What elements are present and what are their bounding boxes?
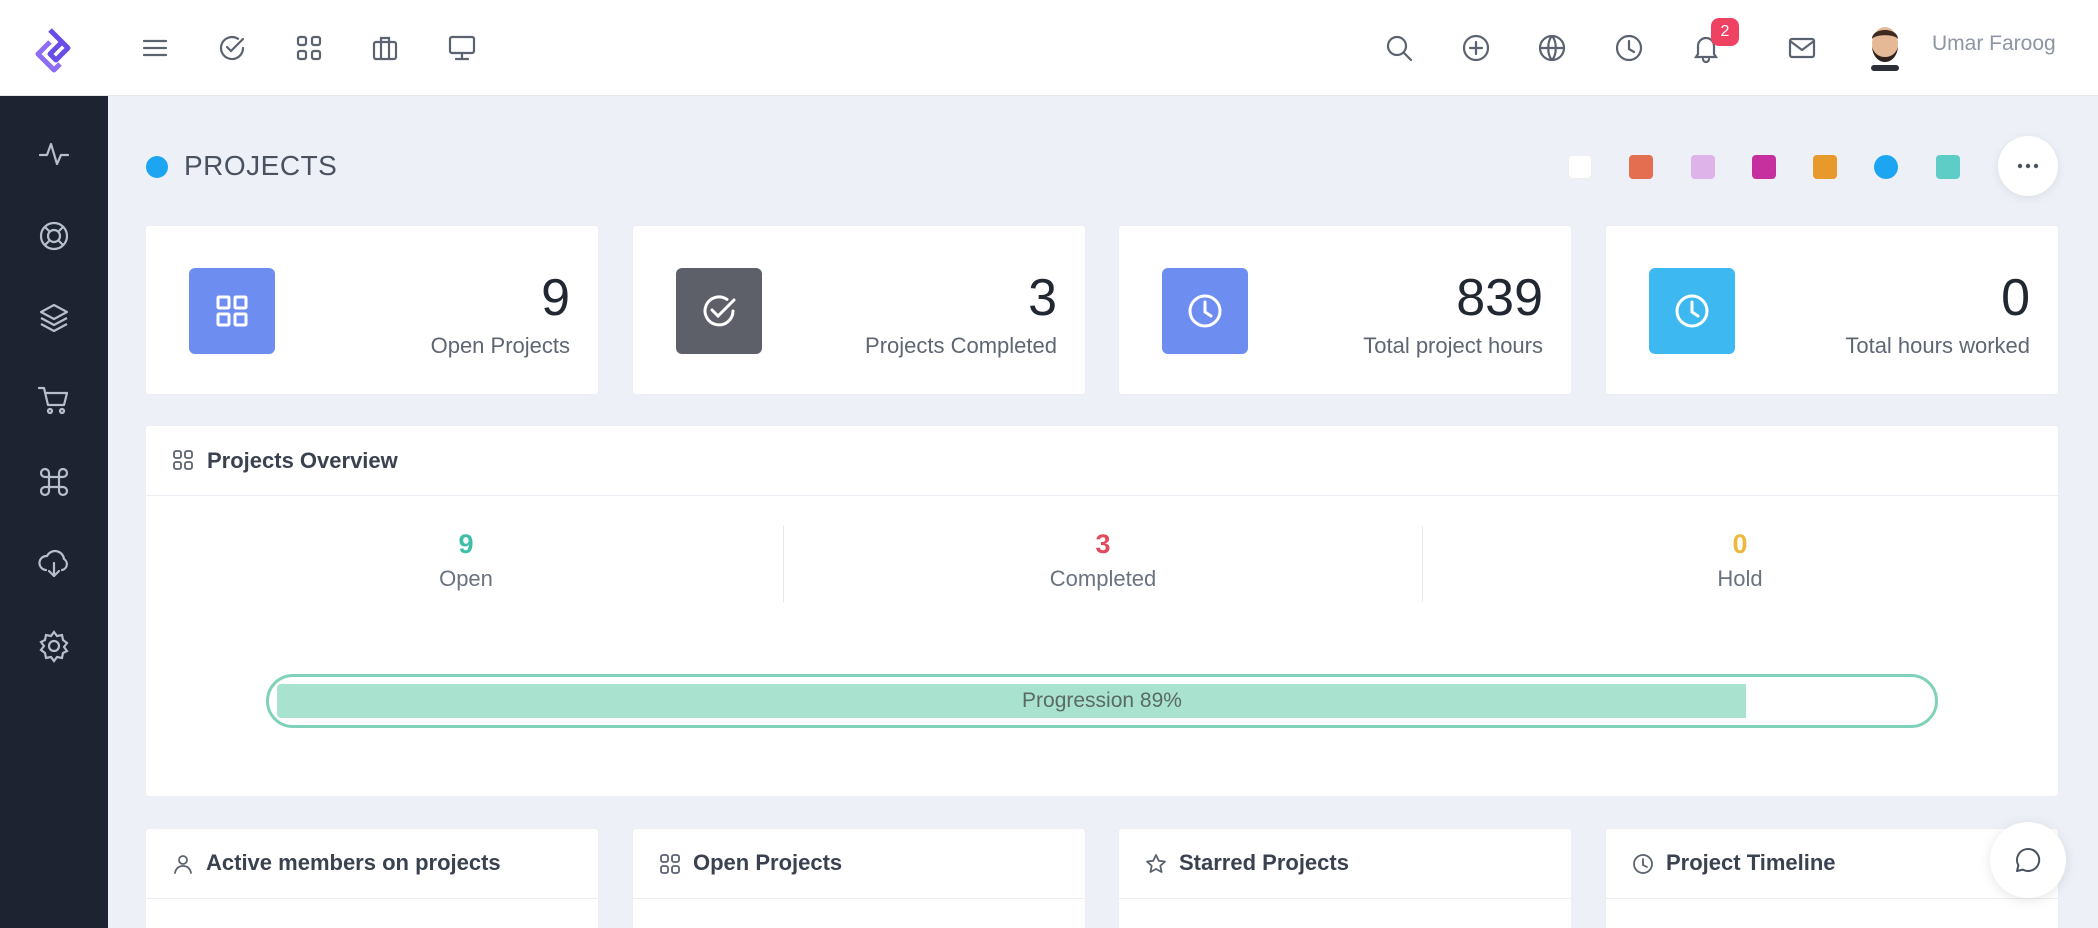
- notification-badge: 2: [1711, 18, 1739, 46]
- settings-icon[interactable]: [32, 624, 76, 668]
- card-header: Open Projects: [633, 829, 1085, 899]
- card-title: Starred Projects: [1179, 850, 1349, 875]
- card-header: Projects Overview: [146, 426, 2058, 496]
- clock-icon: [1632, 853, 1654, 875]
- grid-icon: [172, 449, 194, 471]
- card-title: Project Timeline: [1666, 850, 1836, 875]
- stat-tile: [189, 268, 275, 354]
- chat-icon: [2014, 846, 2042, 874]
- panel-active-members: Active members on projects: [145, 828, 599, 928]
- grid-icon: [659, 853, 681, 875]
- stat-label: Total project hours: [1363, 333, 1543, 358]
- overview-label: Open: [439, 566, 493, 591]
- stat-card-projects-completed: 3 Projects Completed: [632, 225, 1086, 395]
- stat-tile: [1649, 268, 1735, 354]
- mail-icon[interactable]: [1782, 28, 1822, 68]
- plus-circle-icon[interactable]: [1456, 28, 1496, 68]
- panel-starred-projects: Starred Projects: [1118, 828, 1572, 928]
- theme-swatch-orange[interactable]: [1813, 155, 1837, 179]
- search-icon[interactable]: [1379, 28, 1419, 68]
- theme-swatch-white[interactable]: [1568, 155, 1592, 179]
- card-title: Active members on projects: [206, 850, 501, 875]
- stat-tile: [1162, 268, 1248, 354]
- progress-bar: Progression 89%: [266, 674, 1938, 728]
- stat-label: Projects Completed: [865, 333, 1057, 358]
- overview-open: 9 Open: [146, 526, 786, 592]
- layers-icon[interactable]: [32, 296, 76, 340]
- stat-value: 9: [541, 269, 570, 327]
- overview-hold: 0 Hold: [1420, 526, 2060, 592]
- globe-icon[interactable]: [1532, 28, 1572, 68]
- monitor-icon[interactable]: [442, 28, 482, 68]
- stat-value: 839: [1456, 269, 1543, 327]
- stat-card-total-project-hours: 839 Total project hours: [1118, 225, 1572, 395]
- check-circle-icon[interactable]: [212, 28, 252, 68]
- overview-completed: 3 Completed: [783, 526, 1423, 592]
- theme-swatch-teal[interactable]: [1936, 155, 1960, 179]
- activity-icon[interactable]: [32, 132, 76, 176]
- more-options-button[interactable]: [1998, 136, 2058, 196]
- stat-tile: [676, 268, 762, 354]
- app-logo[interactable]: [28, 24, 82, 78]
- sidebar: [0, 96, 108, 928]
- chat-button[interactable]: [1990, 822, 2066, 898]
- card-title: Open Projects: [693, 850, 843, 875]
- overview-value: 3: [1095, 529, 1111, 559]
- theme-swatch-lilac[interactable]: [1691, 155, 1715, 179]
- overview-value: 0: [1732, 529, 1748, 559]
- grid-icon[interactable]: [289, 28, 329, 68]
- theme-swatch-coral[interactable]: [1629, 155, 1653, 179]
- grid-icon: [212, 291, 252, 331]
- clock-icon: [1184, 290, 1226, 332]
- page-title: PROJECTS: [184, 150, 338, 181]
- lifebuoy-icon[interactable]: [32, 214, 76, 258]
- card-header: Starred Projects: [1119, 829, 1571, 899]
- page-title-dot: [146, 156, 168, 178]
- briefcase-icon[interactable]: [365, 28, 405, 68]
- stat-label: Open Projects: [430, 333, 570, 358]
- overview-label: Completed: [1049, 566, 1157, 591]
- panel-project-timeline: Project Timeline: [1605, 828, 2059, 928]
- panel-open-projects: Open Projects: [632, 828, 1086, 928]
- star-icon: [1145, 853, 1167, 875]
- user-icon: [172, 853, 194, 875]
- user-name[interactable]: Umar Faroog: [1932, 32, 2056, 56]
- menu-icon[interactable]: [135, 28, 175, 68]
- cloud-download-icon[interactable]: [32, 542, 76, 586]
- clock-icon: [1671, 290, 1713, 332]
- stat-value: 0: [2001, 269, 2030, 327]
- avatar[interactable]: [1865, 23, 1905, 71]
- progress-label: Progression 89%: [1022, 689, 1182, 712]
- check-circle-icon: [698, 290, 740, 332]
- command-icon[interactable]: [32, 460, 76, 504]
- stat-card-open-projects: 9 Open Projects: [145, 225, 599, 395]
- projects-overview-card: Projects Overview 9 Open 3 Completed 0 H…: [145, 425, 2059, 797]
- overview-value: 9: [458, 529, 474, 559]
- cart-icon[interactable]: [32, 378, 76, 422]
- card-title: Projects Overview: [207, 448, 398, 473]
- stat-label: Total hours worked: [1845, 333, 2030, 358]
- overview-label: Hold: [1717, 566, 1763, 591]
- stat-value: 3: [1028, 269, 1057, 327]
- card-header: Active members on projects: [146, 829, 598, 899]
- stat-card-total-hours-worked: 0 Total hours worked: [1605, 225, 2059, 395]
- theme-swatch-blue[interactable]: [1874, 155, 1898, 179]
- top-navbar: 2 Umar Faroog: [0, 0, 2098, 96]
- theme-swatch-magenta[interactable]: [1752, 155, 1776, 179]
- clock-icon[interactable]: [1609, 28, 1649, 68]
